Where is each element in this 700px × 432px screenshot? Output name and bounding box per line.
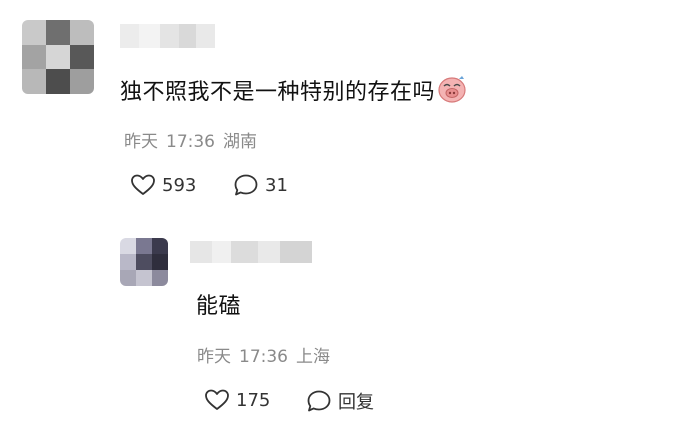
- reply-like-button[interactable]: 175: [204, 388, 270, 412]
- reply-username-redacted[interactable]: [190, 241, 312, 263]
- avatar[interactable]: [22, 20, 94, 94]
- reply-button[interactable]: 回复: [306, 388, 374, 414]
- like-count: 593: [162, 174, 197, 196]
- comment-meta: 昨天 17:36 湖南: [124, 127, 265, 152]
- comment-text: 独不照我不是一种特别的存在吗: [120, 74, 467, 109]
- reply-meta: 昨天 17:36 上海: [197, 342, 338, 367]
- reply-count: 31: [265, 174, 288, 196]
- reply-date: 昨天: [197, 347, 231, 367]
- heart-icon: [205, 389, 229, 410]
- reply-count-button[interactable]: 31: [233, 173, 288, 197]
- comment-location: 湖南: [223, 132, 257, 152]
- comment-bubble-icon: [307, 390, 331, 412]
- reply-label: 回复: [338, 392, 374, 413]
- reply-time: 17:36: [239, 347, 288, 367]
- like-button[interactable]: 593: [130, 173, 196, 197]
- heart-icon: [131, 174, 155, 195]
- comment-time: 17:36: [166, 132, 215, 152]
- reply-like-count: 175: [236, 389, 271, 411]
- comment-bubble-icon: [234, 174, 258, 196]
- reply-avatar[interactable]: [120, 238, 168, 286]
- pig-face-emoji: [437, 75, 467, 109]
- reply-location: 上海: [296, 347, 330, 367]
- username-redacted[interactable]: [120, 24, 215, 48]
- comment-date: 昨天: [124, 132, 158, 152]
- reply-text: 能磕: [196, 294, 242, 319]
